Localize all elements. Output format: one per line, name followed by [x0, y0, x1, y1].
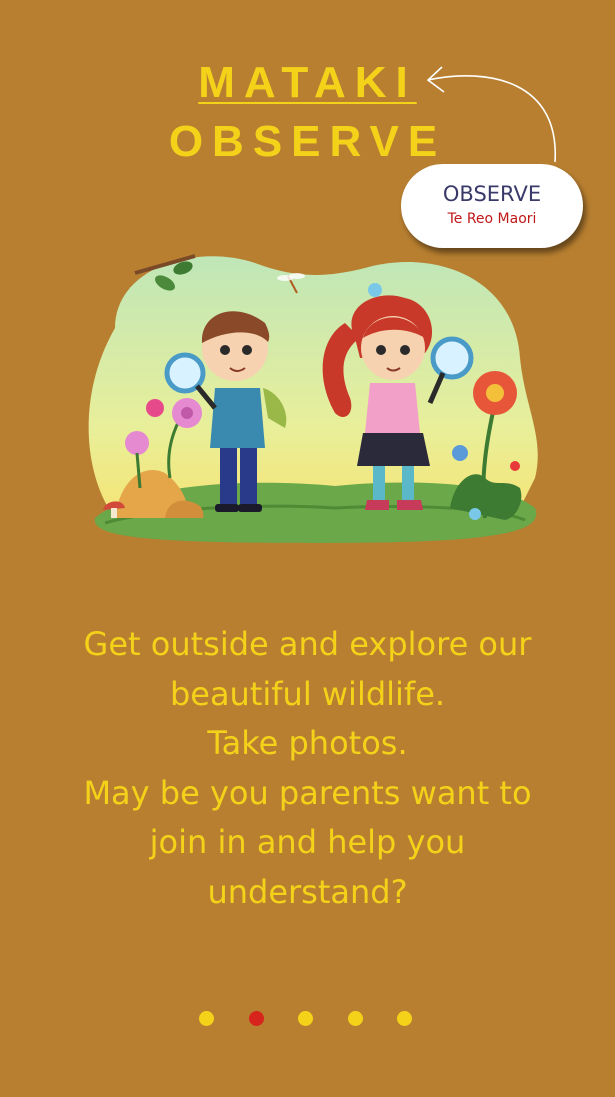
translation-language: Te Reo Maori — [447, 211, 537, 227]
description-line: beautiful wildlife. — [169, 674, 446, 713]
description-text: Get outside and explore our beautiful wi… — [20, 620, 595, 918]
description-line: join in and help you — [149, 823, 466, 862]
page-dot-1[interactable] — [199, 1011, 214, 1026]
description-line: understand? — [207, 872, 408, 911]
description-line: Take photos. — [207, 724, 408, 763]
title-maori-text: MATAKI — [198, 58, 417, 107]
description-line: May be you parents want to — [83, 773, 532, 812]
translation-word: OBSERVE — [442, 182, 542, 206]
curved-arrow-icon — [426, 66, 556, 163]
translation-bubble[interactable]: OBSERVE Te Reo Maori — [401, 164, 583, 248]
children-exploring-illustration — [88, 254, 538, 543]
page-dot-5[interactable] — [397, 1011, 412, 1026]
page-dot-4[interactable] — [347, 1011, 363, 1026]
page-dot-3[interactable] — [298, 1011, 313, 1026]
description-line: Get outside and explore our — [83, 625, 532, 663]
page-dot-2[interactable] — [248, 1011, 264, 1026]
